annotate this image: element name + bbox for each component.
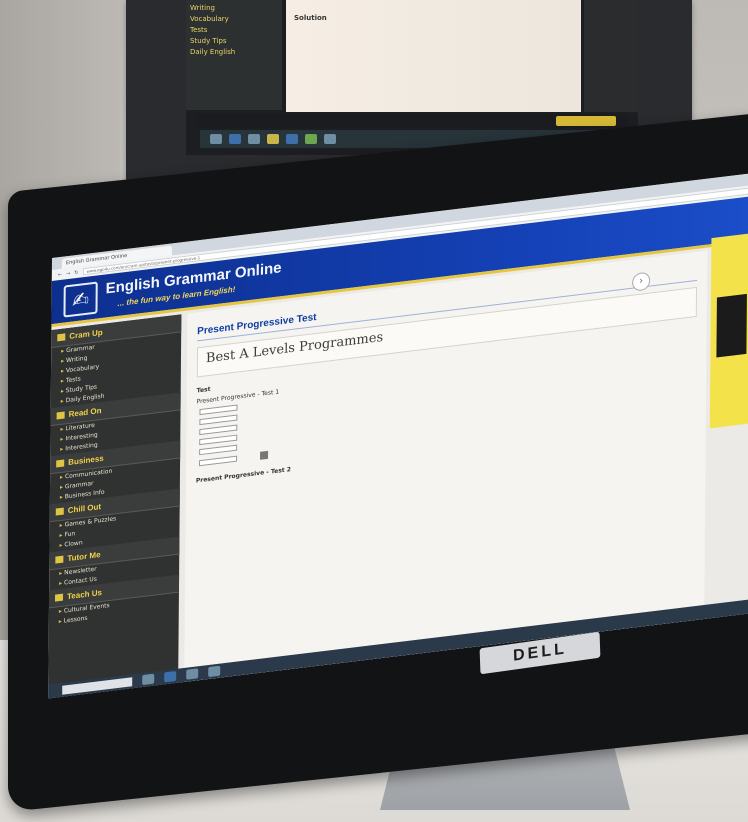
nav-section-label: Cram Up xyxy=(69,327,103,341)
taskbar-app-icon[interactable] xyxy=(229,134,241,144)
back-screen-yellow-button[interactable] xyxy=(556,116,616,126)
forward-arrow-icon[interactable]: → xyxy=(66,270,70,277)
taskbar-app-icon[interactable] xyxy=(142,673,155,686)
back-screen-nav: Writing Vocabulary Tests Study Tips Dail… xyxy=(186,0,282,110)
taskbar-app-icon[interactable] xyxy=(324,134,336,144)
taskbar-app-icon[interactable] xyxy=(305,134,317,144)
section-square-icon xyxy=(56,411,65,420)
check-answers-button[interactable] xyxy=(260,450,269,460)
ad-arrow-icon[interactable]: › xyxy=(632,271,651,292)
ad-image xyxy=(716,293,747,358)
nav-section-label: Chill Out xyxy=(67,502,102,516)
answer-input[interactable] xyxy=(199,434,238,446)
back-screen-sidebar xyxy=(584,0,638,112)
back-screen-content: Solution xyxy=(286,0,581,112)
taskbar-app-icon[interactable] xyxy=(286,134,298,144)
answer-input[interactable] xyxy=(199,455,238,467)
section-square-icon xyxy=(55,507,64,516)
taskbar-app-icon[interactable] xyxy=(248,134,260,144)
back-solution-label: Solution xyxy=(294,14,327,22)
back-nav-item: Study Tips xyxy=(190,37,227,45)
taskbar-app-icon[interactable] xyxy=(210,134,222,144)
nav-section-label: Tutor Me xyxy=(67,550,101,564)
back-screen-status-bar xyxy=(196,114,628,128)
monitor-screen: English Grammar Online ← → ↻ www.ego4u.c… xyxy=(48,173,748,699)
nav-section-label: Business xyxy=(68,453,104,468)
left-navigation: Cram UpGrammarWritingVocabularyTestsStud… xyxy=(48,314,182,699)
back-nav-item: Tests xyxy=(190,26,208,34)
answer-input[interactable] xyxy=(199,424,238,436)
answer-input[interactable] xyxy=(199,414,238,426)
side-advertisement[interactable] xyxy=(709,233,748,429)
site-logo-icon[interactable]: ✍ xyxy=(63,281,98,318)
answer-input[interactable] xyxy=(199,404,238,416)
exercise2-row xyxy=(196,479,406,504)
back-nav-item: Vocabulary xyxy=(190,15,229,23)
section-square-icon xyxy=(57,333,66,342)
taskbar-app-icon[interactable] xyxy=(164,670,177,683)
back-arrow-icon[interactable]: ← xyxy=(58,271,62,278)
taskbar-app-icon[interactable] xyxy=(267,134,279,144)
nav-section-label: Teach Us xyxy=(66,587,103,602)
answer-input[interactable] xyxy=(199,444,238,456)
nav-section-label: Read On xyxy=(68,406,102,419)
reload-icon[interactable]: ↻ xyxy=(74,269,78,276)
back-nav-item: Daily English xyxy=(190,48,236,56)
back-nav-item: Writing xyxy=(190,4,215,12)
section-square-icon xyxy=(54,593,64,602)
section-square-icon xyxy=(55,555,64,564)
taskbar-app-icon[interactable] xyxy=(186,668,199,680)
section-square-icon xyxy=(56,459,65,468)
taskbar-app-icon[interactable] xyxy=(208,665,221,678)
back-monitor-screen: Writing Vocabulary Tests Study Tips Dail… xyxy=(186,0,638,155)
